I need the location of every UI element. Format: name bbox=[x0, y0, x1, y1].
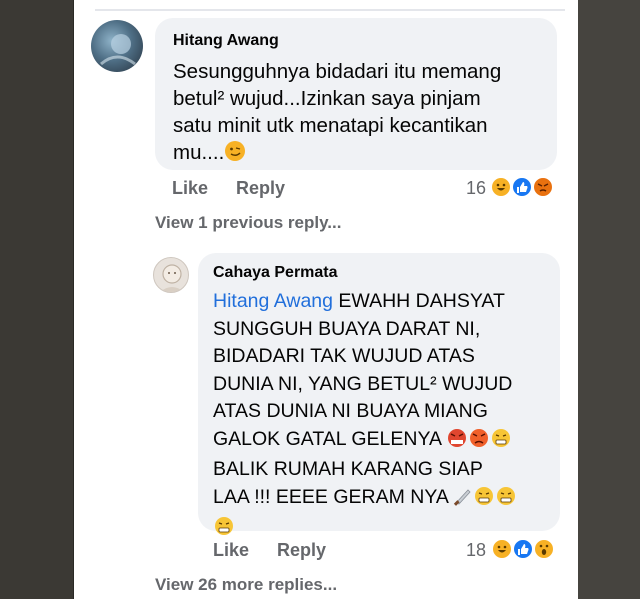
grimace-emoji-icon bbox=[473, 486, 495, 515]
like-button[interactable]: Like bbox=[213, 540, 249, 561]
reply-text-body: SUNGGUH BUAYA DARAT NI, BIDADARI TAK WUJ… bbox=[213, 317, 513, 423]
reaction-count[interactable]: 16 bbox=[466, 178, 486, 199]
reply-line-1: EWAHH DAHSYAT bbox=[332, 290, 505, 312]
view-previous-replies-link[interactable]: View 1 previous reply... bbox=[155, 213, 341, 233]
smirk-emoji-icon bbox=[224, 140, 246, 169]
like-reaction-icon[interactable] bbox=[512, 538, 534, 560]
angry-emoji-icon bbox=[468, 428, 490, 457]
comment-author[interactable]: Hitang Awang bbox=[173, 32, 279, 50]
avatar[interactable] bbox=[153, 257, 189, 293]
like-button[interactable]: Like bbox=[172, 178, 208, 199]
avatar[interactable] bbox=[91, 20, 143, 72]
knife-icon bbox=[453, 486, 473, 515]
reply-line-balik: BALIK RUMAH KARANG SIAP bbox=[213, 458, 483, 480]
comment-text: Sesungguhnya bidadari itu memang betul² … bbox=[173, 58, 553, 169]
angry-emoji-icon bbox=[446, 428, 468, 457]
angry-reaction-icon[interactable] bbox=[532, 176, 554, 198]
haha-reaction-icon[interactable] bbox=[490, 176, 512, 198]
grimace-emoji-icon bbox=[490, 428, 512, 457]
comment-text-body: Sesungguhnya bidadari itu memang betul² … bbox=[173, 60, 502, 164]
reply-button[interactable]: Reply bbox=[277, 540, 326, 561]
divider bbox=[95, 9, 565, 11]
avatar-image bbox=[100, 34, 136, 66]
wow-reaction-icon[interactable] bbox=[533, 538, 555, 560]
grimace-emoji-icon bbox=[495, 486, 517, 515]
reply-line-galok: GALOK GATAL GELENYA bbox=[213, 427, 447, 450]
reply-button[interactable]: Reply bbox=[236, 178, 285, 199]
reply-text: Hitang Awang EWAHH DAHSYAT SUNGGUH BUAYA… bbox=[213, 288, 558, 545]
haha-reaction-icon[interactable] bbox=[491, 538, 513, 560]
reaction-count[interactable]: 18 bbox=[466, 540, 486, 561]
reply-author[interactable]: Cahaya Permata bbox=[213, 264, 338, 282]
reply-line-laa: LAA !!! EEEE GERAM NYA bbox=[213, 485, 454, 508]
mention-link[interactable]: Hitang Awang bbox=[213, 290, 333, 312]
background-edge bbox=[578, 0, 640, 599]
like-reaction-icon[interactable] bbox=[511, 176, 533, 198]
view-more-replies-link[interactable]: View 26 more replies... bbox=[155, 575, 337, 595]
